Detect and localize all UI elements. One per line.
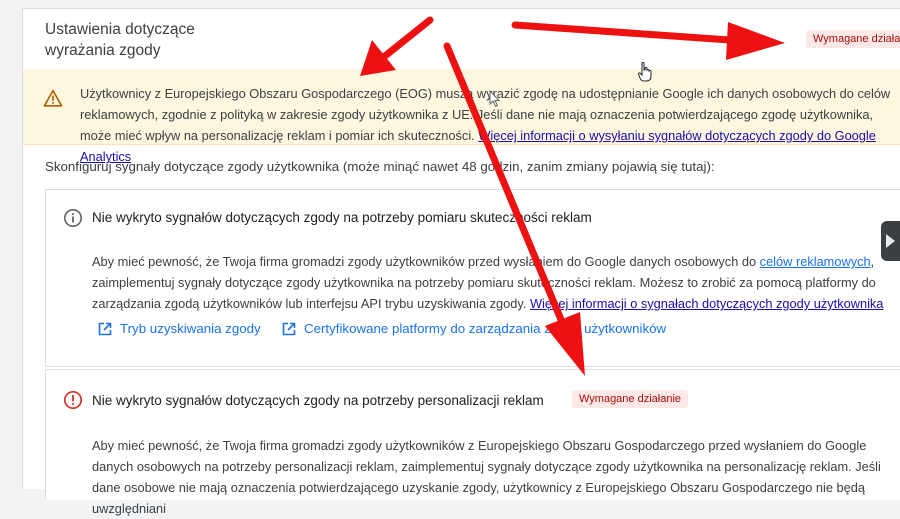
card2-action-required-badge: Wymagane działanie (572, 390, 689, 408)
card1-body-text-1: Aby mieć pewność, że Twoja firma gromadz… (92, 254, 757, 269)
card2-body: Aby mieć pewność, że Twoja firma gromadz… (92, 438, 881, 516)
card1-body: Aby mieć pewność, że Twoja firma gromadz… (92, 251, 900, 314)
advertising-purposes-link[interactable]: celów reklamowych (760, 254, 871, 269)
consent-mode-link[interactable]: Tryb uzyskiwania zgody (98, 321, 261, 336)
pointer-cursor-icon (489, 90, 501, 108)
configure-instructions: Skonfiguruj sygnały dotyczące zgody użyt… (45, 159, 715, 174)
warning-triangle-icon (43, 89, 63, 107)
consent-signals-info-link[interactable]: Więcej informacji o sygnałach dotyczącyc… (530, 296, 884, 311)
action-required-badge: Wymagane działar (806, 30, 900, 48)
open-in-new-icon (98, 322, 112, 335)
panel-title-line1: Ustawienia dotyczące (45, 21, 195, 38)
card1-title: Nie wykryto sygnałów dotyczących zgody n… (92, 210, 592, 225)
ad-personalization-consent-card: Nie wykryto sygnałów dotyczących zgody n… (45, 369, 900, 516)
consent-settings-panel: Ustawienia dotyczące wyrażania zgody Wym… (22, 8, 900, 516)
info-circle-icon (64, 209, 82, 227)
consent-mode-label: Tryb uzyskiwania zgody (120, 321, 261, 336)
certified-cmp-link[interactable]: Certyfikowane platformy do zarządzania z… (282, 321, 666, 336)
hand-cursor-icon (638, 62, 652, 82)
ad-measurement-consent-card: Nie wykryto sygnałów dotyczących zgody n… (45, 189, 900, 367)
error-circle-icon (63, 390, 83, 410)
open-in-new-icon (282, 322, 296, 335)
side-panel-toggle[interactable] (881, 221, 900, 261)
certified-cmp-label: Certyfikowane platformy do zarządzania z… (304, 321, 667, 336)
warning-text: Użytkownicy z Europejskiego Obszaru Gosp… (80, 83, 895, 167)
play-arrow-icon (886, 234, 895, 248)
card2-title: Nie wykryto sygnałów dotyczących zgody n… (92, 393, 544, 408)
eea-warning-banner: Użytkownicy z Europejskiego Obszaru Gosp… (23, 69, 900, 164)
panel-title-line2: wyrażania zgody (45, 42, 161, 59)
panel-title: Ustawienia dotyczące wyrażania zgody (45, 19, 345, 61)
